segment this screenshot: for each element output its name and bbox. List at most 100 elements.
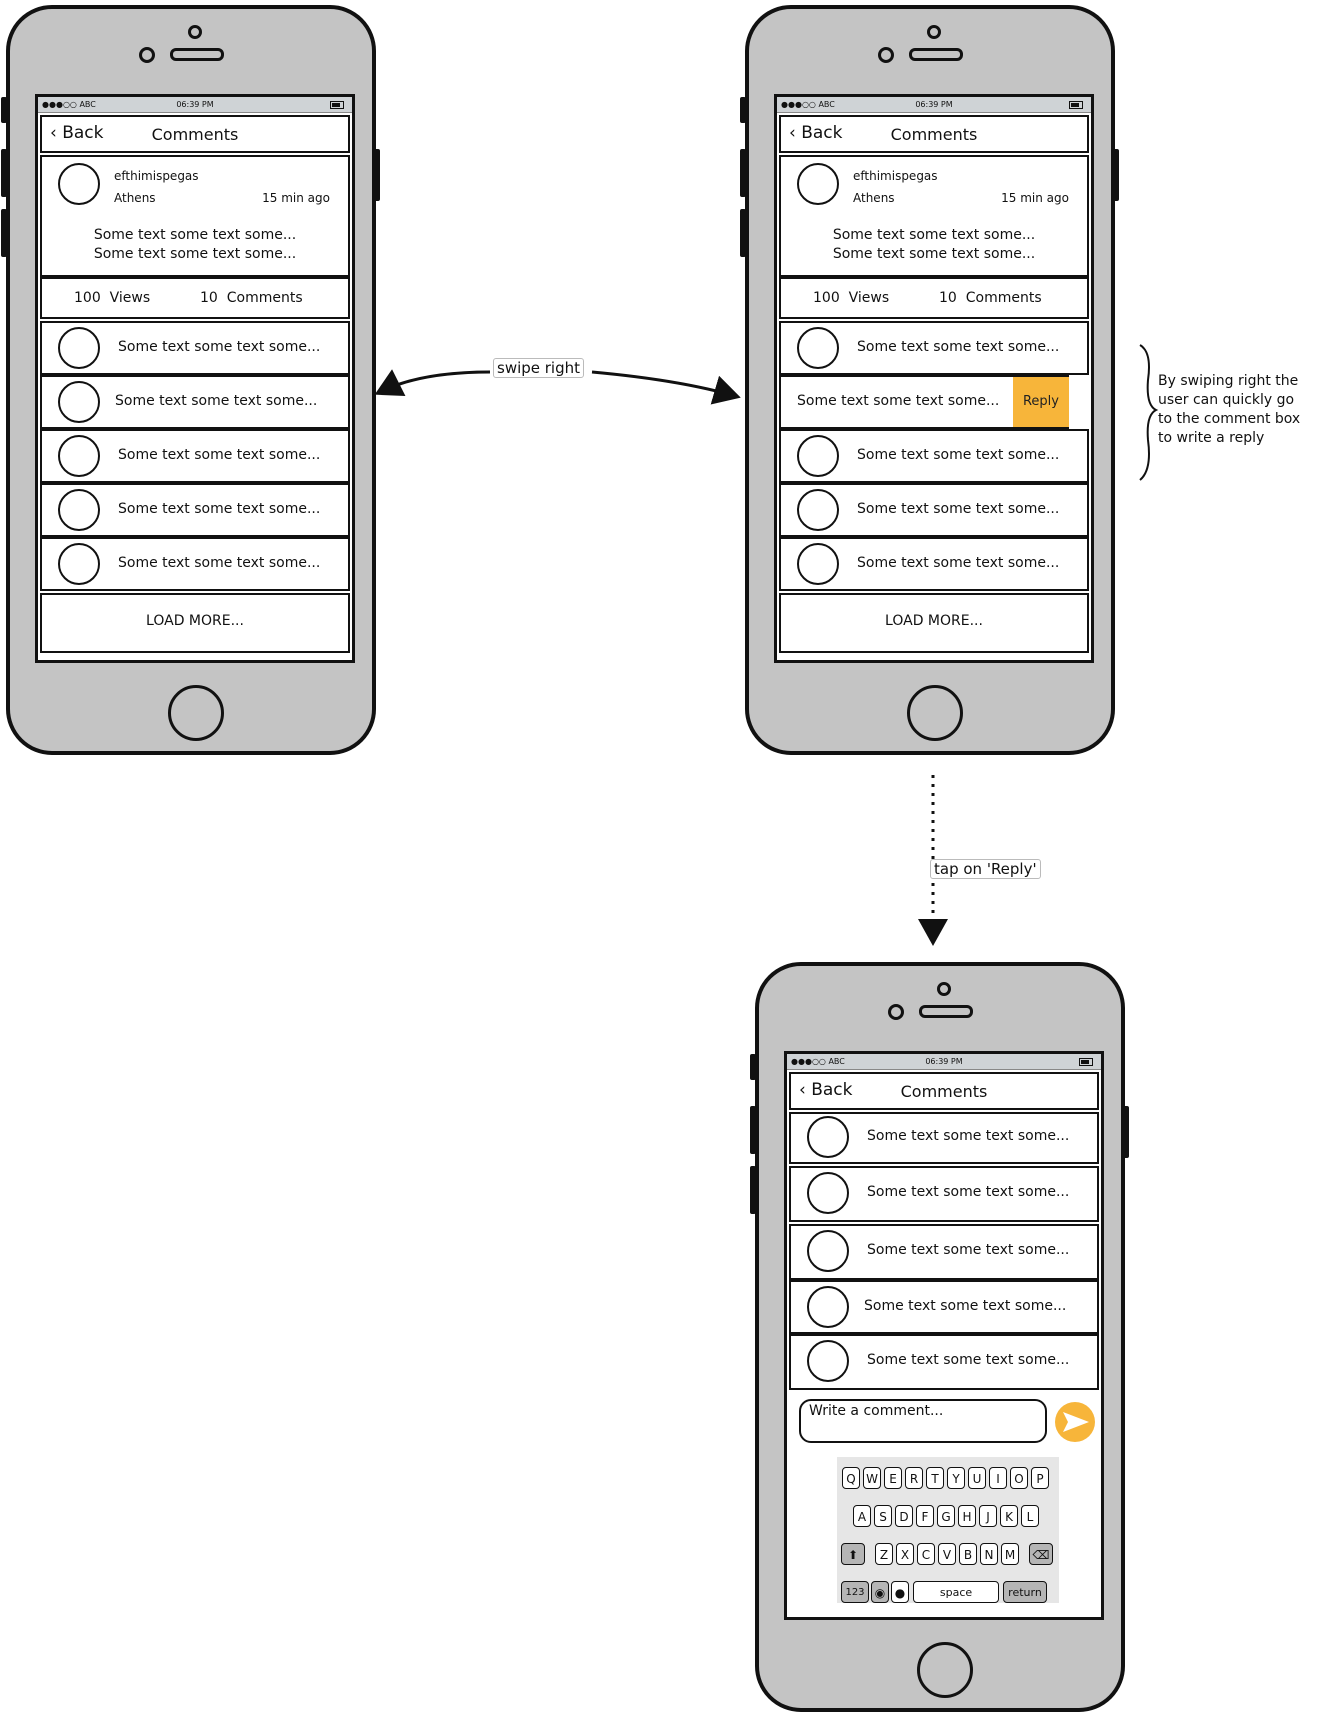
key-d[interactable]: D xyxy=(895,1505,913,1527)
comment-row[interactable]: Some text some text some... xyxy=(789,1334,1099,1390)
key-h[interactable]: H xyxy=(958,1505,976,1527)
key-n[interactable]: N xyxy=(980,1543,998,1565)
comment-row[interactable]: Some text some text some... xyxy=(789,1280,1099,1334)
post-location: Athens xyxy=(114,191,156,205)
nav-bar: ‹ Back Comments xyxy=(789,1072,1099,1110)
side-button xyxy=(740,209,746,257)
annotation-brace xyxy=(1139,344,1159,481)
return-key[interactable]: return xyxy=(1003,1581,1047,1603)
load-more-button[interactable]: LOAD MORE... xyxy=(779,593,1089,653)
key-j[interactable]: J xyxy=(979,1505,997,1527)
side-button xyxy=(740,97,746,123)
comment-input[interactable]: Write a comment... xyxy=(799,1399,1047,1443)
post-username[interactable]: efthimispegas xyxy=(114,169,199,183)
comment-row[interactable]: Some text some text some... xyxy=(40,537,350,591)
key-k[interactable]: K xyxy=(1000,1505,1018,1527)
avatar[interactable] xyxy=(58,435,100,477)
comment-placeholder: Write a comment... xyxy=(809,1403,944,1419)
key-l[interactable]: L xyxy=(1021,1505,1039,1527)
post-text: Some text some text some... xyxy=(93,246,297,262)
comment-text: Some text some text some... xyxy=(118,339,321,355)
key-w[interactable]: W xyxy=(863,1467,881,1489)
comment-row[interactable]: Some text some text some... xyxy=(40,375,350,429)
comment-row[interactable]: Some text some text some... xyxy=(40,429,350,483)
key-i[interactable]: I xyxy=(989,1467,1007,1489)
speaker-grille xyxy=(919,1005,973,1018)
reply-button[interactable]: Reply xyxy=(1013,377,1069,427)
comment-row[interactable]: Some text some text some... xyxy=(779,429,1089,483)
key-b[interactable]: B xyxy=(959,1543,977,1565)
comment-row[interactable]: Some text some text some... xyxy=(779,483,1089,537)
key-u[interactable]: U xyxy=(968,1467,986,1489)
send-icon xyxy=(1063,1412,1089,1432)
key-x[interactable]: X xyxy=(896,1543,914,1565)
avatar[interactable] xyxy=(807,1172,849,1214)
post-location: Athens xyxy=(853,191,895,205)
key-e[interactable]: E xyxy=(884,1467,902,1489)
views-count: 100 xyxy=(813,290,840,306)
send-button[interactable] xyxy=(1055,1402,1095,1442)
avatar[interactable] xyxy=(807,1230,849,1272)
phone-comments: ●●●○○ ABC 06:39 PM ‹ Back Comments efthi… xyxy=(1,5,380,755)
swipe-arrow-right xyxy=(591,370,741,405)
key-v[interactable]: V xyxy=(938,1543,956,1565)
avatar[interactable] xyxy=(807,1116,849,1158)
comment-row[interactable]: Some text some text some... xyxy=(40,483,350,537)
comment-row[interactable]: Some text some text some... xyxy=(779,321,1089,375)
comment-row[interactable]: Some text some text some... xyxy=(789,1166,1099,1222)
avatar[interactable] xyxy=(58,489,100,531)
key-p[interactable]: P xyxy=(1031,1467,1049,1489)
backspace-key[interactable]: ⌫ xyxy=(1029,1543,1053,1565)
key-t[interactable]: T xyxy=(926,1467,944,1489)
avatar[interactable] xyxy=(58,163,100,205)
post-card: efthimispegas Athens 15 min ago Some tex… xyxy=(779,155,1089,277)
key-a[interactable]: A xyxy=(853,1505,871,1527)
avatar[interactable] xyxy=(797,435,839,477)
views-stat: 100 Views xyxy=(74,290,150,306)
key-s[interactable]: S xyxy=(874,1505,892,1527)
sensor xyxy=(937,982,951,996)
post-time: 15 min ago xyxy=(1001,191,1069,205)
avatar[interactable] xyxy=(797,327,839,369)
comment-row[interactable]: Some text some text some... xyxy=(40,321,350,375)
home-button[interactable] xyxy=(917,1642,973,1698)
page-title: Comments xyxy=(151,125,239,144)
comment-row[interactable]: Some text some text some... xyxy=(789,1112,1099,1164)
status-time: 06:39 PM xyxy=(925,1057,963,1066)
shift-key[interactable]: ⬆ xyxy=(841,1543,865,1565)
comment-row[interactable]: Some text some text some... xyxy=(789,1224,1099,1280)
key-c[interactable]: C xyxy=(917,1543,935,1565)
key-f[interactable]: F xyxy=(916,1505,934,1527)
avatar[interactable] xyxy=(58,543,100,585)
home-button[interactable] xyxy=(168,685,224,741)
key-q[interactable]: Q xyxy=(842,1467,860,1489)
globe-icon[interactable]: ◉ xyxy=(871,1581,889,1603)
key-g[interactable]: G xyxy=(937,1505,955,1527)
avatar[interactable] xyxy=(807,1340,849,1382)
avatar[interactable] xyxy=(797,163,839,205)
key-m[interactable]: M xyxy=(1001,1543,1019,1565)
avatar[interactable] xyxy=(797,489,839,531)
key-r[interactable]: R xyxy=(905,1467,923,1489)
avatar[interactable] xyxy=(807,1286,849,1328)
avatar[interactable] xyxy=(58,327,100,369)
load-more-button[interactable]: LOAD MORE... xyxy=(40,593,350,653)
key-y[interactable]: Y xyxy=(947,1467,965,1489)
post-username[interactable]: efthimispegas xyxy=(853,169,938,183)
phone-compose: ●●●○○ ABC 06:39 PM ‹ Back Comments Some … xyxy=(750,962,1129,1712)
comment-row[interactable]: Some text some text some... xyxy=(779,537,1089,591)
comment-text: Some text some text some... xyxy=(857,447,1060,463)
key-o[interactable]: O xyxy=(1010,1467,1028,1489)
microphone-icon[interactable]: ● xyxy=(891,1581,909,1603)
space-key[interactable]: space xyxy=(913,1581,999,1603)
status-bar: ●●●○○ ABC 06:39 PM xyxy=(38,97,352,113)
phone-swiped: ●●●○○ ABC 06:39 PM ‹ Back Comments efthi… xyxy=(740,5,1119,755)
key-z[interactable]: Z xyxy=(875,1543,893,1565)
home-button[interactable] xyxy=(907,685,963,741)
comment-row-swiped[interactable]: Some text some text some... Reply xyxy=(779,375,1069,429)
avatar[interactable] xyxy=(797,543,839,585)
speaker-grille xyxy=(909,48,963,61)
numbers-key[interactable]: 123 xyxy=(841,1581,869,1603)
screen: ●●●○○ ABC 06:39 PM ‹ Back Comments Some … xyxy=(784,1051,1104,1620)
avatar[interactable] xyxy=(58,381,100,423)
